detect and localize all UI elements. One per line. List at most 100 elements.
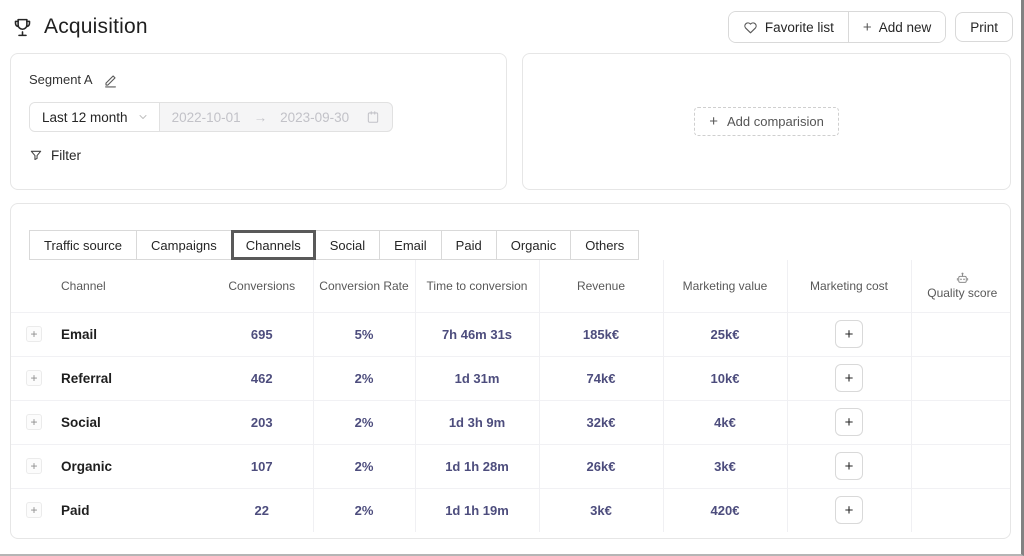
heart-icon — [743, 20, 758, 35]
channel-cell: Email — [57, 311, 211, 356]
table-row-organic: + Organic 107 2% 1d 1h 28m 26k€ 3k€ + — [11, 443, 1010, 488]
quality-score-cell — [910, 443, 1010, 488]
revenue-cell: 3k€ — [538, 487, 663, 532]
conversions-cell: 203 — [211, 399, 313, 444]
action-button-group: Favorite list + Add new — [727, 11, 947, 43]
revenue-cell: 185k€ — [538, 311, 663, 356]
col-header-marketing-cost: Marketing cost — [786, 260, 911, 312]
edit-segment-icon[interactable] — [103, 73, 118, 88]
marketing-value-cell: 25k€ — [662, 311, 787, 356]
trophy-icon — [12, 17, 33, 38]
filter-icon — [29, 149, 43, 163]
filter-button[interactable]: Filter — [29, 148, 81, 163]
date-preset-select[interactable]: Last 12 month — [30, 103, 160, 131]
tab-campaigns[interactable]: Campaigns — [136, 230, 232, 260]
quality-score-cell — [910, 487, 1010, 532]
plus-icon: + — [709, 113, 718, 130]
col-header-revenue: Revenue — [538, 260, 663, 312]
expand-row-button[interactable]: + — [26, 370, 42, 386]
channel-cell: Referral — [57, 355, 211, 400]
channel-tabs: Traffic source Campaigns Channels Social… — [29, 230, 1010, 260]
conversion-rate-cell: 5% — [312, 311, 415, 356]
add-marketing-cost-button[interactable]: + — [835, 496, 863, 525]
add-marketing-cost-button[interactable]: + — [835, 408, 863, 436]
robot-icon — [956, 272, 969, 284]
date-range-control: Last 12 month 2022-10-01 → 2023-09-30 — [29, 102, 393, 132]
expand-row-button[interactable]: + — [26, 458, 42, 474]
time-to-conversion-cell: 1d 1h 19m — [414, 487, 539, 532]
quality-score-cell — [910, 311, 1010, 356]
conversion-rate-cell: 2% — [312, 355, 415, 400]
comparison-card: + Add comparision — [522, 53, 1011, 190]
table-header-row: Channel Conversions Conversion Rate Time… — [11, 260, 1010, 312]
revenue-cell: 26k€ — [538, 443, 663, 488]
segment-name: Segment A — [29, 72, 93, 87]
print-button[interactable]: Print — [955, 12, 1013, 42]
tab-organic[interactable]: Organic — [495, 230, 572, 260]
chevron-down-icon — [137, 111, 149, 123]
quality-score-cell — [910, 355, 1010, 400]
add-comparison-button[interactable]: + Add comparision — [694, 107, 839, 136]
conversion-rate-cell: 2% — [312, 487, 415, 532]
conversion-rate-cell: 2% — [312, 399, 415, 444]
tab-paid[interactable]: Paid — [440, 230, 497, 260]
tab-channels[interactable]: Channels — [230, 230, 316, 260]
add-marketing-cost-button[interactable]: + — [835, 364, 863, 392]
conversions-cell: 695 — [211, 311, 313, 356]
filter-label: Filter — [51, 148, 81, 163]
table-row-social: + Social 203 2% 1d 3h 9m 32k€ 4k€ + — [11, 399, 1010, 444]
top-bar: Acquisition Favorite list + Add new Prin… — [0, 0, 1021, 49]
channels-table: Channel Conversions Conversion Rate Time… — [11, 260, 1010, 532]
favorite-list-button[interactable]: Favorite list — [728, 12, 848, 42]
arrow-right-icon: → — [253, 109, 268, 125]
add-new-label: Add new — [878, 19, 932, 35]
add-marketing-cost-button[interactable]: + — [835, 320, 863, 348]
marketing-value-cell: 4k€ — [662, 399, 787, 444]
add-new-button[interactable]: + Add new — [847, 12, 946, 42]
revenue-cell: 74k€ — [538, 355, 663, 400]
conversions-cell: 107 — [211, 443, 313, 488]
conversions-cell: 462 — [211, 355, 313, 400]
col-header-time-to-conversion: Time to conversion — [414, 260, 539, 312]
time-to-conversion-cell: 1d 31m — [414, 355, 539, 400]
marketing-value-cell: 420€ — [662, 487, 787, 532]
favorite-list-label: Favorite list — [764, 19, 834, 35]
date-preset-value: Last 12 month — [42, 109, 128, 125]
tab-social[interactable]: Social — [314, 230, 381, 260]
tab-others[interactable]: Others — [570, 230, 640, 260]
date-range-display: 2022-10-01 → 2023-09-30 — [160, 103, 392, 131]
expand-row-button[interactable]: + — [26, 326, 42, 342]
col-header-marketing-value: Marketing value — [662, 260, 787, 312]
channel-cell: Social — [57, 399, 211, 444]
marketing-value-cell: 10k€ — [662, 355, 787, 400]
quality-score-cell — [910, 399, 1010, 444]
tab-traffic-source[interactable]: Traffic source — [29, 230, 138, 260]
add-marketing-cost-button[interactable]: + — [835, 452, 863, 480]
time-to-conversion-cell: 1d 1h 28m — [414, 443, 539, 488]
page-title: Acquisition — [44, 15, 148, 38]
conversion-rate-cell: 2% — [312, 443, 415, 488]
plus-icon: + — [862, 18, 872, 36]
table-row-referral: + Referral 462 2% 1d 31m 74k€ 10k€ + — [11, 355, 1010, 400]
time-to-conversion-cell: 7h 46m 31s — [414, 311, 539, 356]
acquisition-table-card: Traffic source Campaigns Channels Social… — [10, 203, 1011, 539]
table-row-paid: + Paid 22 2% 1d 1h 19m 3k€ 420€ + — [11, 487, 1010, 532]
col-header-conversion-rate: Conversion Rate — [312, 260, 415, 312]
expand-row-button[interactable]: + — [26, 414, 42, 430]
channel-cell: Paid — [57, 487, 211, 532]
time-to-conversion-cell: 1d 3h 9m — [414, 399, 539, 444]
segment-card: Segment A Last 12 month 2022-10-01 → 202… — [10, 53, 507, 190]
col-header-conversions: Conversions — [228, 278, 296, 293]
marketing-value-cell: 3k€ — [662, 443, 787, 488]
col-header-quality-score: Quality score — [910, 260, 1010, 312]
conversions-cell: 22 — [211, 487, 313, 532]
expand-row-button[interactable]: + — [26, 502, 42, 519]
calendar-icon — [366, 110, 380, 124]
add-comparison-label: Add comparision — [726, 114, 824, 129]
end-date: 2023-09-30 — [280, 109, 350, 125]
print-label: Print — [970, 19, 998, 35]
start-date: 2022-10-01 — [171, 109, 241, 125]
channel-cell: Organic — [57, 443, 211, 488]
tab-email[interactable]: Email — [379, 230, 442, 260]
table-row-email: + Email 695 5% 7h 46m 31s 185k€ 25k€ + — [11, 311, 1010, 356]
